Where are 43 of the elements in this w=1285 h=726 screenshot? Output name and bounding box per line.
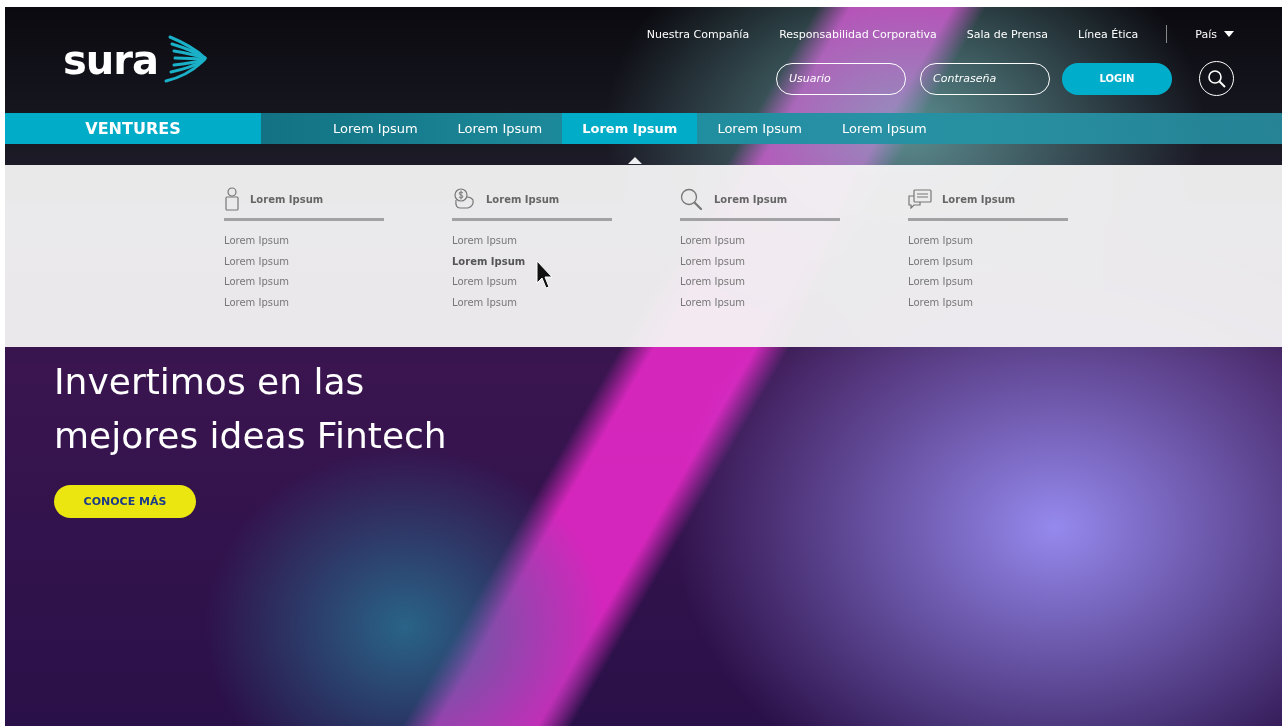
caret-down-icon (1224, 31, 1234, 37)
nav-item[interactable]: Lorem Ipsum (437, 113, 563, 144)
submenu-link[interactable]: Lorem Ipsum (680, 251, 840, 272)
submenu-link[interactable]: Lorem Ipsum (680, 292, 840, 313)
piggy-bank-coin-icon (452, 188, 476, 210)
top-nav-link[interactable]: Responsabilidad Corporativa (779, 27, 937, 41)
menu-column-title: Lorem Ipsum (714, 193, 788, 205)
submenu-link[interactable]: Lorem Ipsum (224, 292, 384, 313)
search-icon (1206, 68, 1227, 89)
submenu-link[interactable]: Lorem Ipsum (908, 231, 1068, 252)
submenu-link[interactable]: Lorem Ipsum (680, 272, 840, 293)
password-field[interactable]: Contraseña (920, 62, 1050, 95)
submenu-link[interactable]: Lorem Ipsum (224, 251, 384, 272)
submenu-link[interactable]: Lorem Ipsum (908, 292, 1068, 313)
nav-item[interactable]: Lorem Ipsum (822, 113, 947, 144)
ventures-tab[interactable]: VENTURES (5, 113, 261, 144)
submenu-link[interactable]: Lorem Ipsum (680, 231, 840, 252)
top-nav-link[interactable]: Nuestra Compañía (646, 27, 750, 41)
submenu-link[interactable]: Lorem Ipsum (224, 272, 384, 293)
submenu-link[interactable]: Lorem Ipsum (452, 231, 612, 252)
logo-wordmark[interactable]: sura (63, 37, 158, 83)
country-dropdown[interactable]: País (1195, 27, 1234, 41)
hero-heading: Invertimos en las mejores ideas Fintech (54, 360, 448, 458)
submenu-link[interactable]: Lorem Ipsum (224, 231, 384, 252)
magnifier-icon (680, 188, 704, 210)
submenu-link[interactable]: Lorem Ipsum (908, 272, 1068, 293)
learn-more-button[interactable]: CONOCE MÁS (54, 485, 196, 518)
submenu-link[interactable]: Lorem Ipsum (452, 251, 612, 272)
person-icon (224, 187, 240, 211)
nav-item[interactable]: Lorem Ipsum (313, 113, 438, 144)
chat-bubbles-icon (908, 189, 932, 209)
login-button[interactable]: LOGIN (1062, 62, 1172, 95)
submenu-link[interactable]: Lorem Ipsum (452, 272, 612, 293)
top-nav-link[interactable]: Línea Ética (1078, 27, 1139, 41)
menu-column-title: Lorem Ipsum (942, 193, 1016, 205)
username-field[interactable]: Usuario (776, 62, 906, 95)
submenu-link[interactable]: Lorem Ipsum (452, 292, 612, 313)
nav-item[interactable]: Lorem Ipsum (697, 113, 822, 144)
menu-column-title: Lorem Ipsum (486, 193, 560, 205)
menu-column-title: Lorem Ipsum (250, 193, 324, 205)
top-nav-link[interactable]: Sala de Prensa (966, 27, 1049, 41)
nav-item[interactable]: Lorem Ipsum (562, 113, 698, 144)
submenu-link[interactable]: Lorem Ipsum (908, 251, 1068, 272)
